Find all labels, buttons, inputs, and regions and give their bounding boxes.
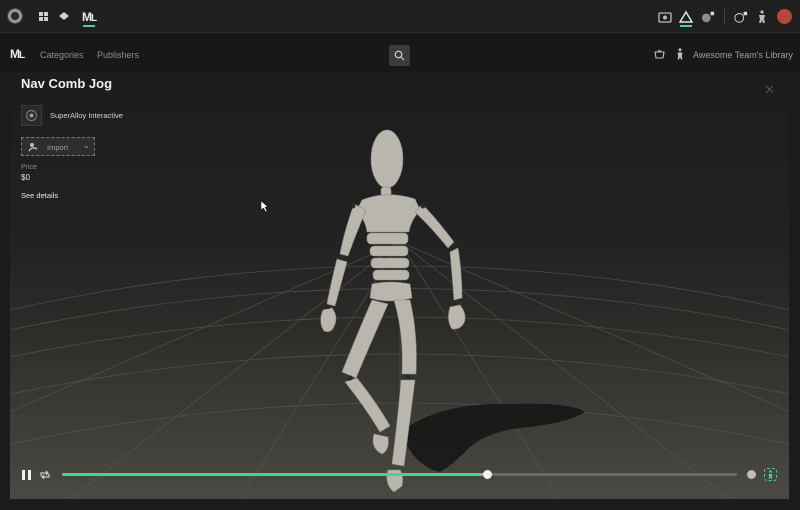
screenshot-icon[interactable] — [658, 10, 672, 24]
search-button[interactable] — [389, 45, 410, 66]
vault-icon[interactable] — [679, 10, 693, 24]
top-app-bar: ML — [0, 0, 800, 33]
active-tab-indicator — [83, 25, 95, 27]
user-avatar[interactable] — [777, 9, 792, 24]
price-label: Price — [21, 164, 37, 171]
chevron-down-icon[interactable]: ⌄ — [83, 141, 90, 150]
nav-categories[interactable]: Categories — [40, 50, 84, 60]
timeline-slider[interactable] — [62, 470, 737, 479]
unreal-logo-icon[interactable] — [7, 8, 23, 24]
price-value: $0 — [21, 173, 30, 182]
toolbar-divider — [724, 9, 725, 24]
diamond-icon[interactable] — [59, 12, 69, 20]
mannequin-icon[interactable] — [755, 10, 769, 24]
see-details-link[interactable]: See details — [21, 191, 58, 200]
close-icon[interactable]: ✕ — [764, 82, 775, 98]
animation-viewer[interactable]: Nav Comb Jog ✕ SuperAlloy Interactive Im… — [10, 72, 789, 499]
globe-locked-icon[interactable] — [734, 10, 748, 24]
library-link[interactable]: Awesome Team's Library — [693, 50, 793, 60]
pause-button[interactable] — [21, 469, 33, 481]
grid-icon[interactable] — [39, 12, 48, 21]
person-icon — [768, 470, 773, 479]
import-button[interactable]: Import ⌄ — [21, 137, 95, 156]
mouse-cursor-icon — [261, 201, 269, 212]
3d-preview-scene — [10, 129, 789, 499]
mannequin-icon — [28, 143, 38, 152]
person-icon[interactable] — [676, 48, 684, 60]
ml-logo-icon[interactable]: ML — [10, 47, 25, 61]
loop-icon[interactable] — [39, 470, 51, 480]
sphere-locked-icon[interactable] — [701, 10, 715, 24]
import-label: Import — [47, 143, 69, 152]
basket-icon[interactable] — [654, 49, 665, 59]
active-indicator — [680, 25, 692, 27]
publisher-logo[interactable] — [21, 105, 42, 126]
publisher-name[interactable]: SuperAlloy Interactive — [50, 111, 123, 120]
timeline-progress — [62, 473, 488, 476]
asset-title: Nav Comb Jog — [21, 76, 113, 91]
marketplace-nav: ML Categories Publishers Awesome Team's … — [0, 34, 800, 72]
search-icon — [394, 50, 405, 61]
playback-speed-icon[interactable] — [747, 470, 756, 479]
ml-logo-icon[interactable]: ML — [82, 10, 97, 24]
nav-publishers[interactable]: Publishers — [97, 50, 139, 60]
figure-toggle-button[interactable] — [764, 468, 777, 481]
